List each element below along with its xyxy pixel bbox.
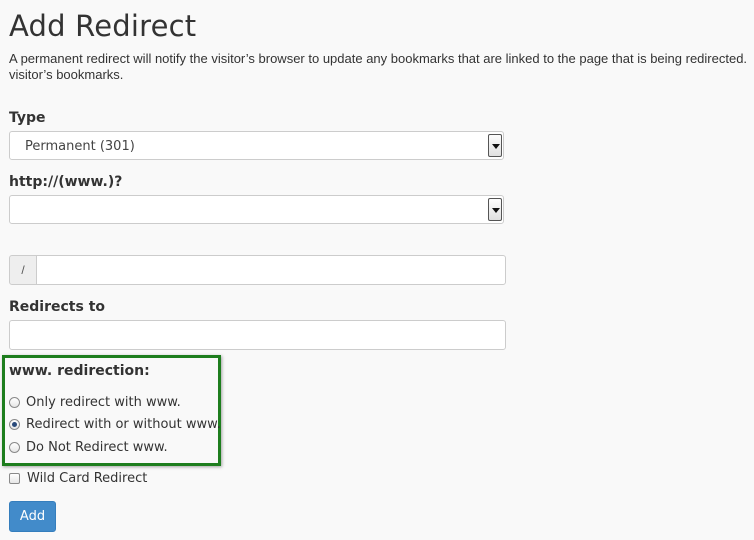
wildcard-redirect-checkbox[interactable] [9,472,20,484]
redirects-to-label: Redirects to [9,299,106,315]
chevron-down-icon[interactable] [488,198,502,221]
path-prefix: / [9,255,37,285]
wildcard-redirect-label[interactable]: Wild Card Redirect [27,471,147,486]
wildcard-redirect[interactable]: Wild Card Redirect [9,469,147,487]
path-input-group: / [9,255,506,285]
redirects-to-input[interactable] [9,320,506,350]
domain-label: http://(www.)? [9,174,123,190]
radio-only-www[interactable]: Only redirect with www. [9,393,181,411]
type-select-value: Permanent (301) [25,139,135,154]
radio-with-or-without-www-control[interactable] [9,418,20,430]
add-button[interactable]: Add [9,501,56,532]
type-select[interactable]: Permanent (301) [9,131,504,160]
radio-only-www-control[interactable] [9,396,20,408]
page-description: A permanent redirect will notify the vis… [9,51,748,82]
type-label: Type [9,110,46,126]
radio-do-not-redirect-www-control[interactable] [9,441,20,453]
path-input[interactable] [36,255,506,285]
domain-select[interactable] [9,195,504,224]
page-title: Add Redirect [9,9,197,43]
chevron-down-icon[interactable] [488,134,502,157]
radio-do-not-redirect-www[interactable]: Do Not Redirect www. [9,438,168,456]
radio-with-or-without-www[interactable]: Redirect with or without www. [9,415,221,433]
radio-do-not-redirect-www-label[interactable]: Do Not Redirect www. [26,440,168,455]
www-redirection-label: www. redirection: [9,363,150,379]
radio-with-or-without-www-label[interactable]: Redirect with or without www. [26,417,221,432]
radio-only-www-label[interactable]: Only redirect with www. [26,395,181,410]
